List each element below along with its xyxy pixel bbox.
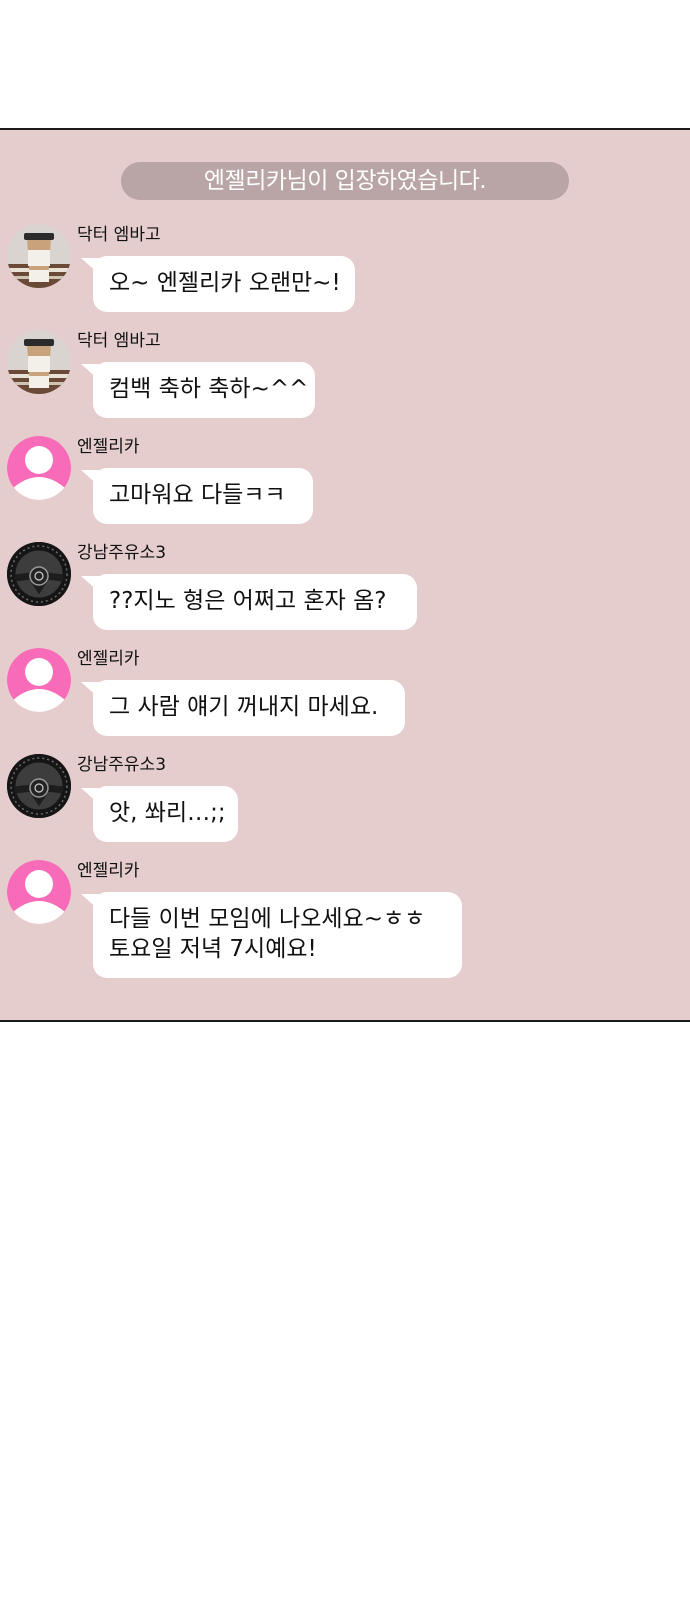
sender-name: 강남주유소3 bbox=[77, 543, 167, 563]
message-bubble: ??지노 형은 어쩌고 혼자 옴? bbox=[81, 574, 417, 630]
sender-name: 강남주유소3 bbox=[77, 755, 167, 775]
sender-name: 닥터 엠바고 bbox=[77, 225, 161, 245]
message-bubble: 오~ 엔젤리카 오랜만~! bbox=[81, 256, 355, 312]
default-profile-icon[interactable] bbox=[7, 860, 71, 924]
message-bubble: 컴백 축하 축하~^^ bbox=[81, 362, 315, 418]
message-text: 그 사람 얘기 꺼내지 마세요. bbox=[109, 694, 379, 720]
message-bubble: 앗, 쏴리…;; bbox=[81, 786, 238, 842]
chat-message: 강남주유소3 앗, 쏴리…;; bbox=[0, 754, 690, 844]
coffee-cup-icon[interactable] bbox=[7, 224, 71, 288]
message-bubble: 그 사람 얘기 꺼내지 마세요. bbox=[81, 680, 405, 736]
message-bubble: 고마워요 다들ㅋㅋ bbox=[81, 468, 313, 524]
message-text: ??지노 형은 어쩌고 혼자 옴? bbox=[109, 588, 387, 614]
chat-message: 엔젤리카 그 사람 얘기 꺼내지 마세요. bbox=[0, 648, 690, 738]
message-text: 오~ 엔젤리카 오랜만~! bbox=[109, 270, 341, 296]
message-text: 컴백 축하 축하~^^ bbox=[109, 376, 309, 402]
steering-wheel-icon[interactable] bbox=[7, 542, 71, 606]
steering-wheel-icon[interactable] bbox=[7, 754, 71, 818]
coffee-cup-icon[interactable] bbox=[7, 330, 71, 394]
message-text: 고마워요 다들ㅋㅋ bbox=[109, 482, 286, 508]
sender-name: 엔젤리카 bbox=[77, 437, 140, 457]
chat-panel: 엔젤리카님이 입장하였습니다. 닥터 엠바고 오~ 엔젤리카 오랜만~! 닥터 … bbox=[0, 128, 690, 1022]
chat-message: 엔젤리카 다들 이번 모임에 나오세요~ㅎㅎ 토요일 저녁 7시예요! bbox=[0, 860, 690, 980]
chat-message: 엔젤리카 고마워요 다들ㅋㅋ bbox=[0, 436, 690, 526]
message-text: 앗, 쏴리…;; bbox=[109, 800, 226, 826]
sender-name: 엔젤리카 bbox=[77, 861, 140, 881]
default-profile-icon[interactable] bbox=[7, 648, 71, 712]
entry-notice: 엔젤리카님이 입장하였습니다. bbox=[121, 162, 569, 200]
message-text: 다들 이번 모임에 나오세요~ㅎㅎ bbox=[109, 906, 426, 932]
chat-message: 닥터 엠바고 컴백 축하 축하~^^ bbox=[0, 330, 690, 420]
chat-message: 강남주유소3 ??지노 형은 어쩌고 혼자 옴? bbox=[0, 542, 690, 632]
message-bubble: 다들 이번 모임에 나오세요~ㅎㅎ 토요일 저녁 7시예요! bbox=[81, 892, 462, 978]
chat-message: 닥터 엠바고 오~ 엔젤리카 오랜만~! bbox=[0, 224, 690, 314]
sender-name: 엔젤리카 bbox=[77, 649, 140, 669]
default-profile-icon[interactable] bbox=[7, 436, 71, 500]
sender-name: 닥터 엠바고 bbox=[77, 331, 161, 351]
message-text: 토요일 저녁 7시예요! bbox=[109, 936, 317, 962]
